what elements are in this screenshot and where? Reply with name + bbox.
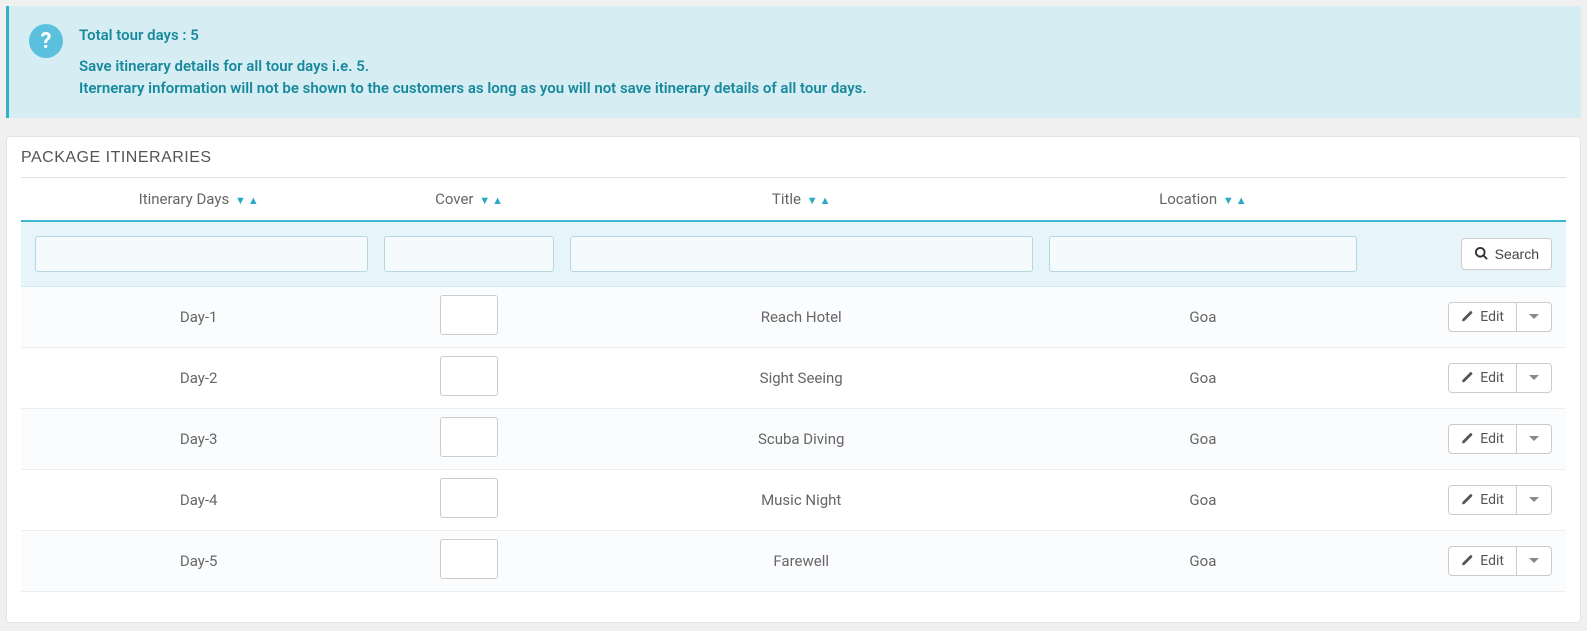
filter-cover-input[interactable] bbox=[384, 236, 553, 272]
edit-split-button: Edit bbox=[1448, 485, 1552, 515]
filter-row: Search bbox=[21, 221, 1566, 287]
cover-thumbnail[interactable] bbox=[440, 417, 498, 457]
filter-days-input[interactable] bbox=[35, 236, 368, 272]
edit-button[interactable]: Edit bbox=[1449, 364, 1517, 392]
cell-location: Goa bbox=[1041, 408, 1365, 469]
cell-day: Day-4 bbox=[21, 469, 376, 530]
edit-label: Edit bbox=[1480, 431, 1504, 447]
pencil-icon bbox=[1461, 310, 1474, 323]
sort-desc-icon[interactable]: ▼ bbox=[1223, 194, 1234, 207]
col-header-location: Location ▼▲ bbox=[1041, 177, 1365, 221]
search-button[interactable]: Search bbox=[1461, 238, 1552, 270]
edit-button[interactable]: Edit bbox=[1449, 303, 1517, 331]
cell-location: Goa bbox=[1041, 286, 1365, 347]
edit-dropdown-toggle[interactable] bbox=[1517, 547, 1551, 575]
table-row: Day-2 Sight SeeingGoa Edit bbox=[21, 347, 1566, 408]
cell-cover bbox=[376, 469, 561, 530]
cell-cover bbox=[376, 530, 561, 591]
sort-desc-icon[interactable]: ▼ bbox=[235, 194, 246, 207]
cell-title: Reach Hotel bbox=[562, 286, 1041, 347]
package-itineraries-panel: PACKAGE ITINERARIES Itinerary Days ▼▲ Co… bbox=[6, 136, 1581, 623]
table-row: Day-3 Scuba DivingGoa Edit bbox=[21, 408, 1566, 469]
sort-asc-icon[interactable]: ▲ bbox=[492, 194, 503, 207]
table-row: Day-4 Music NightGoa Edit bbox=[21, 469, 1566, 530]
cell-title: Music Night bbox=[562, 469, 1041, 530]
edit-dropdown-toggle[interactable] bbox=[1517, 364, 1551, 392]
pencil-icon bbox=[1461, 554, 1474, 567]
edit-label: Edit bbox=[1480, 309, 1504, 325]
cell-actions: Edit bbox=[1365, 347, 1566, 408]
sort-desc-icon[interactable]: ▼ bbox=[479, 194, 490, 207]
sort-asc-icon[interactable]: ▲ bbox=[820, 194, 831, 207]
cell-actions: Edit bbox=[1365, 530, 1566, 591]
sort-desc-icon[interactable]: ▼ bbox=[807, 194, 818, 207]
edit-dropdown-toggle[interactable] bbox=[1517, 425, 1551, 453]
edit-split-button: Edit bbox=[1448, 363, 1552, 393]
sort-asc-icon[interactable]: ▲ bbox=[248, 194, 259, 207]
edit-button[interactable]: Edit bbox=[1449, 486, 1517, 514]
cell-cover bbox=[376, 408, 561, 469]
cell-title: Farewell bbox=[562, 530, 1041, 591]
table-row: Day-5 FarewellGoa Edit bbox=[21, 530, 1566, 591]
filter-location-input[interactable] bbox=[1049, 236, 1357, 272]
cell-actions: Edit bbox=[1365, 408, 1566, 469]
cell-cover bbox=[376, 286, 561, 347]
cell-day: Day-5 bbox=[21, 530, 376, 591]
alert-line-3: Iternerary information will not be shown… bbox=[79, 77, 867, 100]
cell-actions: Edit bbox=[1365, 286, 1566, 347]
cell-location: Goa bbox=[1041, 530, 1365, 591]
help-icon: ? bbox=[29, 24, 63, 58]
sort-asc-icon[interactable]: ▲ bbox=[1236, 194, 1247, 207]
cell-actions: Edit bbox=[1365, 469, 1566, 530]
cover-thumbnail[interactable] bbox=[440, 295, 498, 335]
cell-day: Day-3 bbox=[21, 408, 376, 469]
itineraries-table: Itinerary Days ▼▲ Cover ▼▲ Title ▼▲ Loca… bbox=[21, 177, 1566, 592]
cell-title: Sight Seeing bbox=[562, 347, 1041, 408]
caret-down-icon bbox=[1529, 497, 1539, 502]
edit-dropdown-toggle[interactable] bbox=[1517, 303, 1551, 331]
filter-title-input[interactable] bbox=[570, 236, 1033, 272]
pencil-icon bbox=[1461, 493, 1474, 506]
cover-thumbnail[interactable] bbox=[440, 539, 498, 579]
caret-down-icon bbox=[1529, 436, 1539, 441]
col-header-days: Itinerary Days ▼▲ bbox=[21, 177, 376, 221]
edit-split-button: Edit bbox=[1448, 424, 1552, 454]
edit-label: Edit bbox=[1480, 370, 1504, 386]
pencil-icon bbox=[1461, 371, 1474, 384]
edit-label: Edit bbox=[1480, 492, 1504, 508]
edit-button[interactable]: Edit bbox=[1449, 547, 1517, 575]
search-icon bbox=[1474, 246, 1489, 261]
cover-thumbnail[interactable] bbox=[440, 356, 498, 396]
caret-down-icon bbox=[1529, 375, 1539, 380]
alert-line-2: Save itinerary details for all tour days… bbox=[79, 55, 867, 78]
col-header-cover: Cover ▼▲ bbox=[376, 177, 561, 221]
edit-button[interactable]: Edit bbox=[1449, 425, 1517, 453]
cell-day: Day-1 bbox=[21, 286, 376, 347]
info-alert: ? Total tour days : 5 Save itinerary det… bbox=[6, 6, 1581, 118]
col-header-title: Title ▼▲ bbox=[562, 177, 1041, 221]
edit-label: Edit bbox=[1480, 553, 1504, 569]
panel-title: PACKAGE ITINERARIES bbox=[7, 137, 1580, 177]
caret-down-icon bbox=[1529, 314, 1539, 319]
cell-title: Scuba Diving bbox=[562, 408, 1041, 469]
alert-message: Total tour days : 5 Save itinerary detai… bbox=[79, 24, 867, 100]
caret-down-icon bbox=[1529, 558, 1539, 563]
cell-location: Goa bbox=[1041, 469, 1365, 530]
table-row: Day-1 Reach HotelGoa Edit bbox=[21, 286, 1566, 347]
pencil-icon bbox=[1461, 432, 1474, 445]
edit-dropdown-toggle[interactable] bbox=[1517, 486, 1551, 514]
cell-cover bbox=[376, 347, 561, 408]
cell-day: Day-2 bbox=[21, 347, 376, 408]
col-header-actions bbox=[1365, 177, 1566, 221]
edit-split-button: Edit bbox=[1448, 302, 1552, 332]
alert-line-1: Total tour days : 5 bbox=[79, 24, 867, 47]
cell-location: Goa bbox=[1041, 347, 1365, 408]
edit-split-button: Edit bbox=[1448, 546, 1552, 576]
cover-thumbnail[interactable] bbox=[440, 478, 498, 518]
